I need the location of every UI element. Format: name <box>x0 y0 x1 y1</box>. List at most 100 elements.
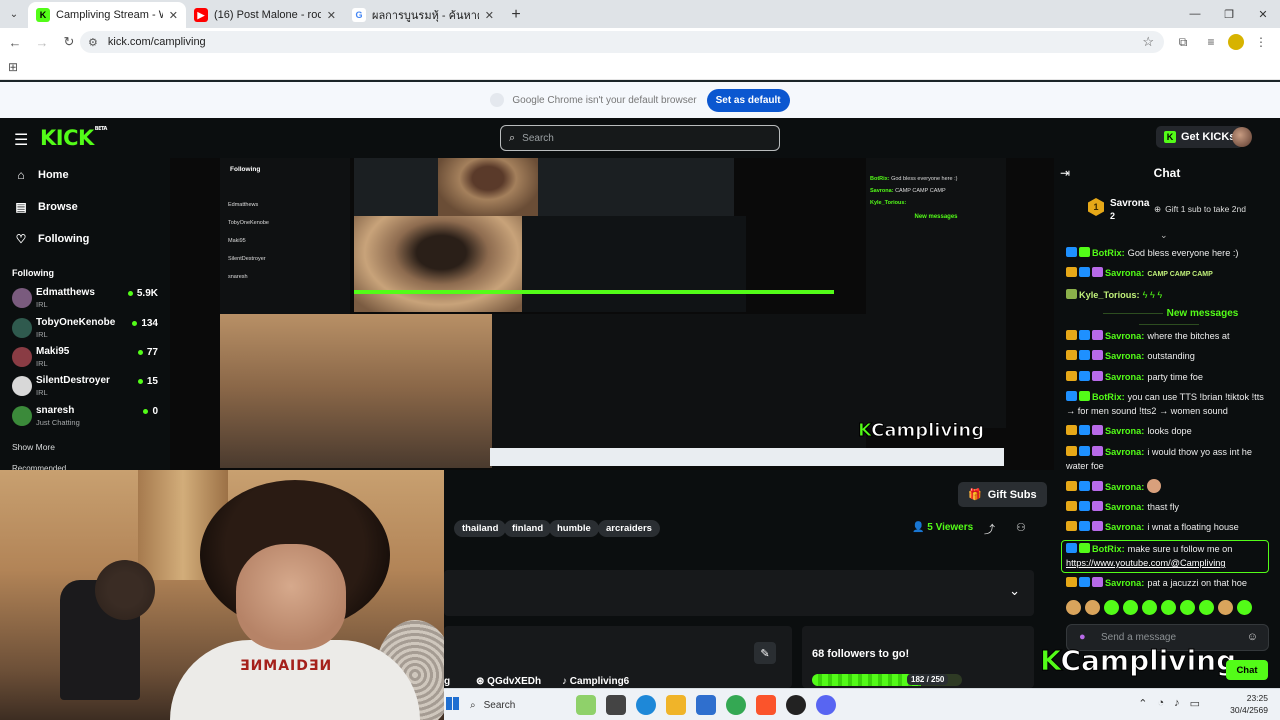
chat-username[interactable]: Savrona: <box>1105 502 1144 512</box>
tab-close-icon[interactable]: ✕ <box>485 9 494 22</box>
emote-icon[interactable] <box>1104 600 1119 615</box>
back-icon[interactable]: ← <box>3 30 27 54</box>
emote-icon[interactable] <box>1237 600 1252 615</box>
restore-icon[interactable]: ❐ <box>1212 0 1246 28</box>
emote-icon[interactable] <box>1218 600 1233 615</box>
tag-finland[interactable]: finland <box>504 520 552 537</box>
extensions-icon[interactable]: ⧉ <box>1172 30 1194 54</box>
add-user-icon[interactable]: ⚇ <box>1016 521 1026 534</box>
chat-username[interactable]: Savrona: <box>1105 372 1144 382</box>
edit-icon[interactable]: ✎ <box>754 642 776 664</box>
user-avatar[interactable] <box>1232 127 1252 147</box>
channel-tobyonekenobe[interactable]: TobyOneKenobe IRL 134 <box>12 316 162 344</box>
emote-icon[interactable] <box>1199 600 1214 615</box>
emoji-icon[interactable]: ☺ <box>1247 631 1258 643</box>
expandable-panel[interactable]: ⌄ <box>444 570 1034 616</box>
obs-icon[interactable] <box>786 695 806 715</box>
kick-logo[interactable]: KICKBETA <box>40 126 107 150</box>
chevron-down-icon[interactable]: ⌄ <box>1009 583 1020 599</box>
chat-username[interactable]: Savrona: <box>1105 426 1144 436</box>
gift-sub-prompt[interactable]: Gift 1 sub to take 2nd <box>1154 204 1246 215</box>
chevron-up-icon[interactable]: ⌃ <box>1138 697 1147 710</box>
tag-thailand[interactable]: thailand <box>454 520 507 537</box>
menu-kebab-icon[interactable]: ⋮ <box>1250 30 1272 54</box>
profile-avatar[interactable] <box>1228 34 1244 50</box>
chat-username[interactable]: Kyle_Torious: <box>1079 290 1140 300</box>
tab-search-icon[interactable]: ⌄ <box>0 0 28 28</box>
new-tab-button[interactable]: + <box>502 2 530 28</box>
bookmark-star-icon[interactable]: ☆ <box>1142 34 1154 50</box>
gift-subs-label: Gift Subs <box>987 488 1037 501</box>
get-kicks-button[interactable]: K Get KICKs <box>1156 126 1244 148</box>
chrome-icon[interactable] <box>726 695 746 715</box>
battery-icon[interactable]: ▭ <box>1190 697 1200 710</box>
gift-subs-button[interactable]: 🎁 Gift Subs <box>958 482 1047 507</box>
emote-icon[interactable] <box>1142 600 1157 615</box>
emote-icon[interactable] <box>1123 600 1138 615</box>
chat-username[interactable]: Savrona: <box>1105 522 1144 532</box>
tab-title: (16) Post Malone - rockstar (Of <box>214 9 321 21</box>
channel-silentdestroyer[interactable]: SilentDestroyer IRL 15 <box>12 374 162 402</box>
sub-badge-icon <box>1079 350 1090 360</box>
show-more-link[interactable]: Show More <box>12 442 55 452</box>
expand-pinned-icon[interactable]: ⌄ <box>1160 230 1168 241</box>
chat-username[interactable]: BotRix: <box>1092 544 1125 554</box>
channel-snaresh[interactable]: snaresh Just Chatting 0 <box>12 404 162 432</box>
emote-icon[interactable] <box>1085 600 1100 615</box>
chat-username[interactable]: Savrona: <box>1105 331 1144 341</box>
taskbar-search[interactable]: ⌕ Search <box>470 696 570 714</box>
chat-username[interactable]: BotRix: <box>1092 392 1125 402</box>
speaker-icon[interactable]: ♪ <box>1174 697 1180 710</box>
chat-username[interactable]: Savrona: <box>1105 482 1144 492</box>
site-info-icon[interactable]: ⚙ <box>88 36 98 49</box>
file-explorer-icon[interactable] <box>666 695 686 715</box>
tab-google[interactable]: G ผลการบูนรมหุ้ - ค้นหาด้วย Google ✕ <box>344 2 502 28</box>
media-icon[interactable]: ≡ <box>1200 30 1222 54</box>
microphone-icon[interactable]: ● <box>1079 631 1086 643</box>
channel-maki95[interactable]: Maki95 IRL 77 <box>12 345 162 373</box>
social-discord[interactable]: ⊛ QGdvXEDh <box>476 676 541 687</box>
forward-icon[interactable]: → <box>30 30 54 54</box>
video-player[interactable]: Following Edmatthews TobyOneKenobe Maki9… <box>170 158 1054 470</box>
tab-campliving[interactable]: K Campliving Stream - Watch Liv ✕ <box>28 2 186 28</box>
youtube-link[interactable]: https://www.youtube.com/@Campliving <box>1066 558 1225 568</box>
wifi-icon[interactable]: ◔ <box>1157 697 1164 710</box>
share-icon[interactable]: ⤴ <box>984 521 995 537</box>
address-bar[interactable]: ⚙ kick.com/campliving ☆ <box>80 31 1164 53</box>
sidebar-item-browse[interactable]: ▤ Browse <box>14 200 77 214</box>
discord-icon[interactable] <box>816 695 836 715</box>
reload-icon[interactable]: ↻ <box>57 30 81 54</box>
social-tiktok[interactable]: ♪ Campliving6 <box>562 676 629 687</box>
chat-send-button[interactable]: Chat <box>1226 660 1268 680</box>
widgets-icon[interactable] <box>576 695 596 715</box>
inner-new-messages: New messages <box>914 214 958 220</box>
tab-youtube[interactable]: ▶ (16) Post Malone - rockstar (Of ✕ <box>186 2 344 28</box>
channel-edmatthews[interactable]: Edmatthews IRL 5.9K <box>12 286 162 314</box>
chat-username[interactable]: Savrona: <box>1105 447 1144 457</box>
sidebar-item-home[interactable]: ⌂ Home <box>14 168 68 182</box>
windows-start-icon[interactable] <box>446 697 459 710</box>
minimize-icon[interactable]: — <box>1178 0 1212 28</box>
emote-icon[interactable] <box>1161 600 1176 615</box>
close-window-icon[interactable]: ✕ <box>1246 0 1280 28</box>
tab-close-icon[interactable]: ✕ <box>327 9 336 22</box>
taskbar-clock[interactable]: 23:25 30/4/2569 <box>1230 692 1268 716</box>
chat-username[interactable]: Savrona: <box>1105 578 1144 588</box>
edge-icon[interactable] <box>636 695 656 715</box>
brave-icon[interactable] <box>756 695 776 715</box>
chat-username[interactable]: BotRix: <box>1092 248 1125 258</box>
apps-grid-icon[interactable]: ⊞ <box>8 60 18 74</box>
sidebar-item-following[interactable]: ♡ Following <box>14 232 90 246</box>
task-view-icon[interactable] <box>606 695 626 715</box>
search-input[interactable]: ⌕ Search <box>500 125 780 151</box>
emote-icon[interactable] <box>1066 600 1081 615</box>
chat-username[interactable]: Savrona: <box>1105 268 1144 278</box>
tab-close-icon[interactable]: ✕ <box>169 9 178 22</box>
tag-arcraiders[interactable]: arcraiders <box>598 520 660 537</box>
chat-username[interactable]: Savrona: <box>1105 351 1144 361</box>
store-icon[interactable] <box>696 695 716 715</box>
set-default-button[interactable]: Set as default <box>706 88 790 112</box>
emote-icon[interactable] <box>1180 600 1195 615</box>
menu-icon[interactable]: ☰ <box>14 130 28 150</box>
tag-humble[interactable]: humble <box>549 520 599 537</box>
